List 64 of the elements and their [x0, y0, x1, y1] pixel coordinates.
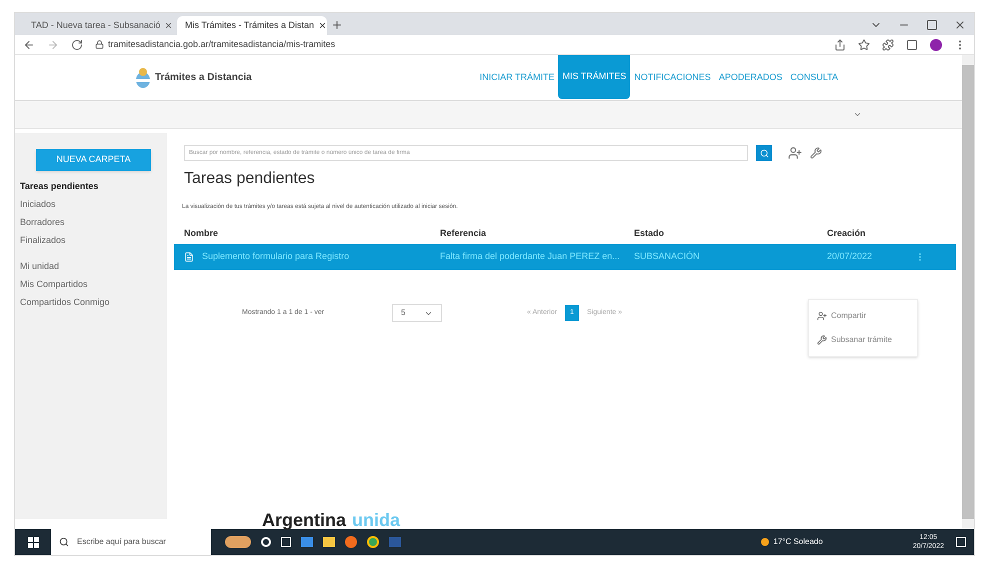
footer-slogan: Argentina	[262, 511, 346, 529]
sidebar-item[interactable]: Iniciados	[20, 197, 162, 211]
sidebar-item[interactable]: Mis Compartidos	[20, 277, 162, 291]
profile-avatar[interactable]	[930, 38, 942, 50]
document-icon	[184, 252, 194, 262]
nav-tab[interactable]: INICIAR TRÁMITE	[476, 54, 558, 100]
weather-text[interactable]: 17°C Soleado	[773, 536, 823, 548]
column-header[interactable]: Nombre	[184, 227, 440, 241]
sidebar-item[interactable]: Borradores	[20, 215, 162, 229]
taskbar-search-field[interactable]: Escribe aquí para buscar	[51, 529, 211, 555]
wrench-icon	[817, 335, 827, 345]
column-header[interactable]: Estado	[634, 227, 827, 241]
lock-icon	[95, 40, 104, 49]
sidebar-item[interactable]: Compartidos Conmigo	[20, 295, 162, 309]
table-cell-text: SUBSANACIÓN	[634, 250, 700, 264]
sidebar-item[interactable]: Finalizados	[20, 233, 162, 247]
extensions-icon[interactable]	[882, 38, 894, 50]
new-folder-button[interactable]: NUEVA CARPETA	[36, 149, 151, 171]
new-tab-icon[interactable]	[331, 19, 343, 31]
page-size-select[interactable]: 5	[392, 304, 442, 322]
table-cell-text: 20/07/2022	[827, 250, 872, 264]
close-icon[interactable]	[164, 21, 173, 30]
footer-slogan: unida	[352, 511, 400, 529]
sidebar-icon[interactable]	[906, 38, 918, 50]
sidebar-item[interactable]: Mi unidad	[20, 259, 162, 273]
nav-tab[interactable]: NOTIFICACIONES	[630, 54, 715, 100]
column-header[interactable]: Creación	[827, 227, 907, 241]
reload-icon[interactable]	[71, 38, 83, 50]
bookmark-icon[interactable]	[858, 38, 870, 50]
table-cell-text: Falta firma del poderdante Juan PEREZ en...	[440, 250, 620, 264]
close-icon[interactable]	[318, 21, 327, 30]
back-icon[interactable]	[23, 38, 35, 50]
nav-tab[interactable]: MIS TRÁMITES	[558, 54, 630, 98]
task-view-icon[interactable]	[281, 537, 291, 547]
nav-tab[interactable]: CONSULTA	[786, 54, 842, 100]
notifications-icon[interactable]	[956, 537, 966, 547]
add-user-icon	[817, 311, 827, 321]
search-icon	[59, 537, 69, 547]
address-field[interactable]: tramitesadistancia.gob.ar/tramitesadistancia/mis-tramites	[95, 38, 822, 52]
cortana-icon[interactable]	[261, 537, 271, 547]
logo-icon	[135, 66, 151, 88]
close-icon[interactable]	[954, 19, 966, 31]
app-icon[interactable]	[345, 536, 357, 548]
sidebar-item[interactable]: Tareas pendientes	[20, 179, 162, 193]
table-cell-text: Suplemento formulario para Registro	[202, 250, 350, 264]
search-button[interactable]	[756, 145, 772, 161]
brand-title: Trámites a Distancia	[155, 71, 252, 85]
windows-icon	[28, 536, 38, 548]
column-header[interactable]: Referencia	[440, 227, 634, 241]
app-icon[interactable]	[225, 536, 251, 548]
maximize-icon[interactable]	[926, 19, 938, 31]
collapse-icon[interactable]	[853, 110, 862, 119]
app-icon[interactable]	[367, 536, 379, 548]
browser-tab[interactable]: Mis Trámites - Trámites a Distan	[177, 16, 327, 35]
nav-tab[interactable]: APODERADOS	[714, 54, 786, 100]
sun-icon	[761, 538, 770, 546]
add-user-icon[interactable]	[788, 146, 802, 160]
scrollbar[interactable]	[962, 55, 974, 529]
wrench-icon[interactable]	[810, 147, 822, 159]
menu-item[interactable]: Compartir	[809, 304, 917, 328]
share-icon[interactable]	[834, 38, 846, 50]
menu-item[interactable]: Subsanar trámite	[809, 328, 917, 352]
page-title: Tareas pendientes	[183, 169, 316, 189]
search-icon	[760, 148, 768, 158]
